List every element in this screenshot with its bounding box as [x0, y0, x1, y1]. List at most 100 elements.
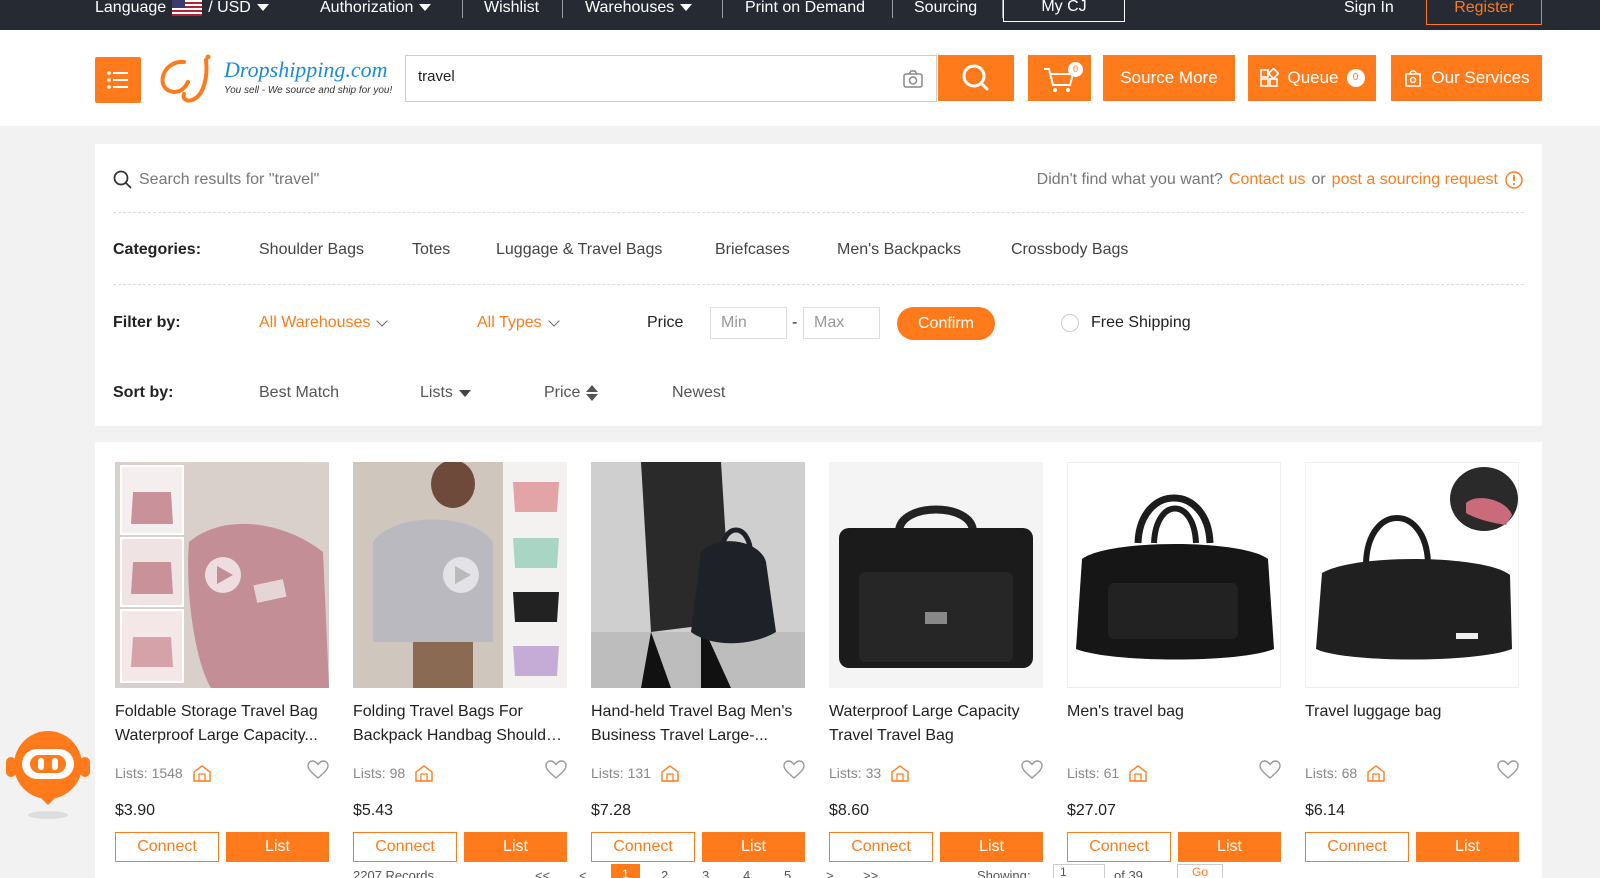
search-icon: [113, 170, 132, 189]
last-page-button[interactable]: >>: [863, 868, 878, 878]
chevron-down-icon: [376, 314, 389, 327]
product-image[interactable]: [115, 462, 329, 688]
authorization-menu[interactable]: Authorization: [320, 0, 432, 30]
search-button[interactable]: [938, 55, 1014, 101]
list-button[interactable]: List: [226, 832, 329, 862]
list-button[interactable]: List: [464, 832, 567, 862]
source-more-button[interactable]: Source More: [1103, 55, 1235, 101]
categories-label: Categories:: [113, 241, 202, 258]
product-title[interactable]: Hand-held Travel Bag Men's Business Trav…: [591, 700, 805, 748]
sourcing-link[interactable]: Sourcing: [914, 0, 977, 30]
heart-icon[interactable]: [1259, 760, 1281, 780]
page-1-button[interactable]: 1: [611, 864, 640, 878]
warehouse-icon: [891, 765, 909, 782]
product-title[interactable]: Waterproof Large Capacity Travel Travel …: [829, 700, 1043, 748]
sort-price[interactable]: Price: [544, 384, 599, 402]
list-button[interactable]: List: [702, 832, 805, 862]
product-image[interactable]: [829, 462, 1043, 688]
search-input[interactable]: [418, 68, 878, 85]
heart-icon[interactable]: [1497, 760, 1519, 780]
product-card[interactable]: Hand-held Travel Bag Men's Business Trav…: [591, 462, 805, 878]
product-price: $5.43: [353, 802, 394, 819]
product-title[interactable]: Men's travel bag: [1067, 700, 1281, 724]
category-shoulder-bags[interactable]: Shoulder Bags: [259, 241, 364, 259]
lists-count: Lists: 61: [1067, 765, 1120, 781]
category-totes[interactable]: Totes: [412, 241, 450, 259]
sort-down-icon: [458, 389, 471, 397]
go-button[interactable]: Go: [1177, 864, 1223, 878]
warehouses-filter[interactable]: All Warehouses: [259, 314, 389, 332]
connect-button[interactable]: Connect: [353, 832, 457, 862]
confirm-button[interactable]: Confirm: [897, 307, 995, 340]
product-card[interactable]: Waterproof Large Capacity Travel Travel …: [829, 462, 1043, 878]
category-briefcases[interactable]: Briefcases: [715, 241, 790, 259]
chat-assistant-robot[interactable]: [4, 727, 92, 823]
product-title[interactable]: Travel luggage bag: [1305, 700, 1519, 724]
first-page-button[interactable]: <<: [535, 868, 550, 878]
heart-icon[interactable]: [545, 760, 567, 780]
list-button[interactable]: List: [940, 832, 1043, 862]
list-button[interactable]: List: [1178, 832, 1281, 862]
filter-panel: Search results for "travel" Didn't find …: [95, 144, 1542, 426]
connect-button[interactable]: Connect: [829, 832, 933, 862]
cj-logo[interactable]: Dropshipping.com You sell - We source an…: [152, 50, 402, 110]
connect-button[interactable]: Connect: [591, 832, 695, 862]
robot-assistant-icon: [6, 731, 90, 819]
connect-button[interactable]: Connect: [1067, 832, 1171, 862]
wishlist-link[interactable]: Wishlist: [484, 0, 539, 30]
next-page-button[interactable]: >: [826, 868, 834, 878]
sort-newest[interactable]: Newest: [672, 384, 725, 402]
heart-icon[interactable]: [307, 760, 329, 780]
product-card[interactable]: Men's travel bag Lists: 61 $27.07 Connec…: [1067, 462, 1281, 878]
our-services-button[interactable]: Our Services: [1391, 55, 1542, 101]
product-image[interactable]: [1067, 462, 1281, 688]
product-image[interactable]: [591, 462, 805, 688]
my-cj-button[interactable]: My CJ: [1003, 0, 1125, 22]
warehouses-menu[interactable]: Warehouses: [585, 0, 693, 30]
connect-button[interactable]: Connect: [115, 832, 219, 862]
warehouse-icon: [415, 765, 433, 782]
price-min-input[interactable]: Min: [710, 307, 787, 339]
product-image[interactable]: [1305, 462, 1519, 688]
sourcing-request-link[interactable]: post a sourcing request: [1332, 171, 1498, 189]
page-3-button[interactable]: 3: [702, 868, 709, 878]
cart-button[interactable]: 0: [1028, 55, 1091, 101]
heart-icon[interactable]: [783, 760, 805, 780]
info-icon[interactable]: [1504, 170, 1524, 190]
free-shipping-label[interactable]: Free Shipping: [1091, 314, 1191, 332]
connect-button[interactable]: Connect: [1305, 832, 1409, 862]
product-card[interactable]: Travel luggage bag Lists: 68 $6.14 Conne…: [1305, 462, 1519, 878]
product-title[interactable]: Foldable Storage Travel Bag Waterproof L…: [115, 700, 329, 748]
page-4-button[interactable]: 4: [743, 868, 750, 878]
queue-button[interactable]: Queue 0: [1248, 55, 1376, 101]
camera-search-icon[interactable]: [902, 68, 924, 90]
product-card[interactable]: Folding Travel Bags For Backpack Handbag…: [353, 462, 567, 878]
page-2-button[interactable]: 2: [661, 868, 668, 878]
prev-page-button[interactable]: <: [579, 868, 587, 878]
menu-button[interactable]: [95, 57, 141, 103]
category-crossbody-bags[interactable]: Crossbody Bags: [1011, 241, 1128, 259]
sign-in-link[interactable]: Sign In: [1344, 0, 1394, 30]
product-image[interactable]: [353, 462, 567, 688]
types-filter[interactable]: All Types: [477, 314, 560, 332]
page-number-input[interactable]: 1: [1053, 864, 1105, 878]
or-text: or: [1311, 171, 1326, 188]
services-bag-icon: [1405, 70, 1422, 87]
heart-icon[interactable]: [1021, 760, 1043, 780]
product-title-line1: Travel luggage bag: [1305, 703, 1442, 720]
register-button[interactable]: Register: [1426, 0, 1542, 25]
contact-us-link[interactable]: Contact us: [1229, 171, 1305, 189]
free-shipping-radio[interactable]: [1061, 314, 1079, 332]
product-title-line1: Foldable Storage Travel Bag: [115, 703, 318, 720]
sort-lists[interactable]: Lists: [420, 384, 471, 402]
price-max-input[interactable]: Max: [803, 307, 880, 339]
category-mens-backpacks[interactable]: Men's Backpacks: [837, 241, 961, 259]
list-button[interactable]: List: [1416, 832, 1519, 862]
category-luggage-travel-bags[interactable]: Luggage & Travel Bags: [496, 241, 662, 259]
product-card[interactable]: Foldable Storage Travel Bag Waterproof L…: [115, 462, 329, 878]
product-title[interactable]: Folding Travel Bags For Backpack Handbag…: [353, 700, 567, 748]
sort-best-match[interactable]: Best Match: [259, 384, 339, 402]
language-selector[interactable]: Language / USD: [95, 0, 269, 30]
page-5-button[interactable]: 5: [784, 868, 791, 878]
print-on-demand-link[interactable]: Print on Demand: [745, 0, 865, 30]
